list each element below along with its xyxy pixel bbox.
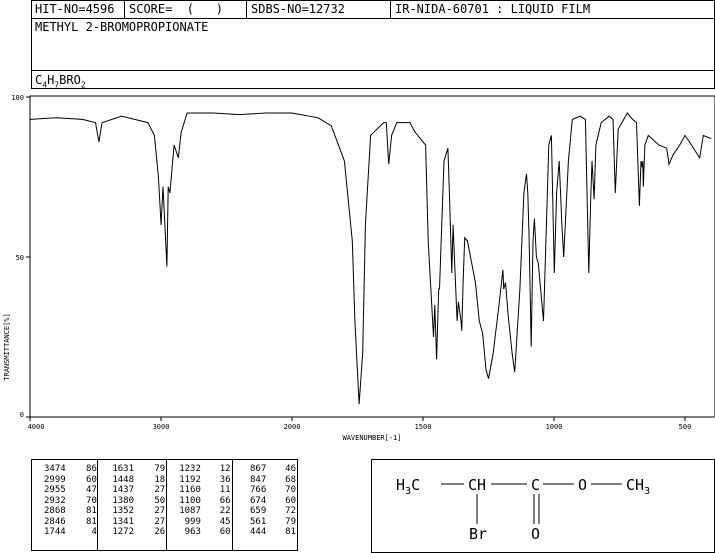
peak-transmittance: 70: [285, 485, 296, 495]
peak-transmittance: 22: [219, 506, 231, 516]
peak-wavenumber: 674: [249, 495, 267, 506]
hit-number: HIT-NO=4596: [31, 1, 125, 18]
peak-wavenumber: 444: [249, 527, 267, 537]
x-tick-label: 1500: [415, 423, 432, 431]
x-ticks: 4000 3000 2000 1500 1000 500: [28, 417, 692, 431]
peak-transmittance: 81: [86, 516, 97, 527]
x-tick-label: 2000: [284, 423, 301, 431]
peak-transmittance: 18: [154, 474, 166, 485]
spectrum-line: [29, 112, 712, 405]
peak-transmittance: 68: [285, 474, 296, 485]
ir-nida: IR-NIDA-60701 : LIQUID FILM: [395, 2, 591, 16]
peak-wavenumber: 963: [184, 527, 201, 537]
formula-rest: BRO: [59, 73, 81, 87]
peak-transmittance: 66: [219, 495, 231, 506]
peak-wavenumber: 1380: [112, 495, 135, 506]
peak-wavenumber: 999: [184, 516, 201, 527]
peak-wavenumber: 1352: [112, 506, 135, 516]
peak-wavenumber: 766: [249, 485, 267, 495]
peak-transmittance: 70: [86, 495, 97, 506]
struct-ch3: CH3: [626, 476, 650, 497]
peak-wavenumber: 659: [249, 506, 267, 516]
peak-row: 1744 4 1272 26 963 60 444 81: [33, 527, 296, 538]
struct-o: O: [578, 476, 587, 494]
peak-wavenumber: 1448: [112, 474, 135, 485]
peak-wavenumber: 1437: [112, 485, 135, 495]
peak-transmittance: 27: [154, 506, 166, 516]
peak-transmittance: 86: [86, 464, 97, 474]
compound-name: METHYL 2-BROMOPROPIONATE: [35, 20, 209, 34]
x-tick-label: 500: [679, 423, 692, 431]
peak-wavenumber: 1341: [112, 516, 135, 527]
peak-wavenumber: 1744: [44, 527, 66, 537]
x-tick-label: 4000: [28, 423, 45, 431]
peak-wavenumber: 1100: [179, 495, 201, 506]
peak-row: 3474 86 1631 79 1232 12 867 46: [33, 464, 296, 475]
peak-row: 2999 60 1448 18 1192 36 847 68: [33, 475, 296, 486]
x-axis-label: WAVENUMBER[-1]: [342, 434, 401, 442]
x-tick-label: 1000: [546, 423, 563, 431]
peak-transmittance: 50: [154, 495, 166, 506]
struct-o-double: O: [531, 525, 540, 543]
peak-wavenumber: 2868: [44, 506, 66, 516]
peak-transmittance: 26: [154, 527, 166, 537]
peak-transmittance: 60: [86, 474, 97, 485]
peak-wavenumber: 1631: [112, 464, 135, 474]
peak-transmittance: 4: [91, 527, 97, 537]
peak-wavenumber: 2932: [44, 495, 66, 506]
y-ticks: 100 50 0: [11, 94, 30, 419]
molecular-structure: H3C CH C O CH3 Br O: [396, 476, 650, 543]
peak-transmittance: 11: [219, 485, 231, 495]
peak-wavenumber: 1232: [179, 464, 201, 474]
peak-row: 2868 81 1352 27 1087 22 659 72: [33, 506, 296, 517]
peak-row: 2846 81 1341 27 999 45 561 79: [33, 517, 296, 528]
x-tick-label: 3000: [153, 423, 170, 431]
peak-transmittance: 60: [285, 495, 296, 506]
y-tick-label: 100: [11, 94, 24, 102]
peak-transmittance: 27: [154, 485, 166, 495]
peak-row: 2955 47 1437 27 1160 11 766 70: [33, 485, 296, 496]
struct-h3c: H3C: [396, 476, 420, 497]
peak-row: 2932 70 1380 50 1100 66 674 60: [33, 496, 296, 507]
peak-wavenumber: 1192: [179, 474, 201, 485]
score: SCORE= ( ): [125, 1, 247, 18]
peak-table: 3474 86 1631 79 1232 12 867 46 2999 60 1448 18 1192 3…: [33, 464, 296, 538]
peak-wavenumber: 1087: [179, 506, 201, 516]
plot-frame: [29, 95, 715, 418]
formula-o-count: 2: [80, 80, 86, 90]
peak-wavenumber: 2999: [44, 474, 66, 485]
y-axis-label: TRANSMITTANCE[%]: [3, 313, 11, 380]
peak-wavenumber: 867: [249, 464, 267, 474]
peak-transmittance: 79: [154, 464, 166, 474]
peak-transmittance: 81: [285, 527, 296, 537]
y-tick-label: 0: [20, 411, 24, 419]
struct-br: Br: [469, 525, 487, 543]
peak-transmittance: 81: [86, 506, 97, 516]
peak-transmittance: 45: [219, 516, 231, 527]
peak-transmittance: 72: [285, 506, 296, 516]
peak-transmittance: 12: [219, 464, 231, 474]
peak-wavenumber: 2846: [44, 516, 66, 527]
peak-transmittance: 36: [219, 474, 231, 485]
peak-transmittance: 27: [154, 516, 166, 527]
peak-transmittance: 60: [219, 527, 231, 537]
ir-spectrum-chart: 100500 4000 3000 2000 1500 1000 500 WAVENUMBE…: [3, 94, 715, 442]
formula-frame: [31, 70, 715, 89]
struct-c: C: [531, 476, 540, 494]
peak-wavenumber: 2955: [44, 485, 66, 495]
peak-transmittance: 46: [285, 464, 296, 474]
peak-wavenumber: 1272: [112, 527, 135, 537]
peak-wavenumber: 847: [249, 474, 267, 485]
peak-transmittance: 79: [285, 516, 296, 527]
peak-wavenumber: 3474: [44, 464, 66, 474]
struct-ch: CH: [468, 476, 486, 494]
peak-wavenumber: 1160: [179, 485, 201, 495]
peak-transmittance: 47: [86, 485, 97, 495]
sdbs-number: SDBS-NO=12732: [247, 1, 391, 18]
peak-wavenumber: 561: [249, 516, 267, 527]
y-tick-label: 50: [16, 254, 24, 262]
